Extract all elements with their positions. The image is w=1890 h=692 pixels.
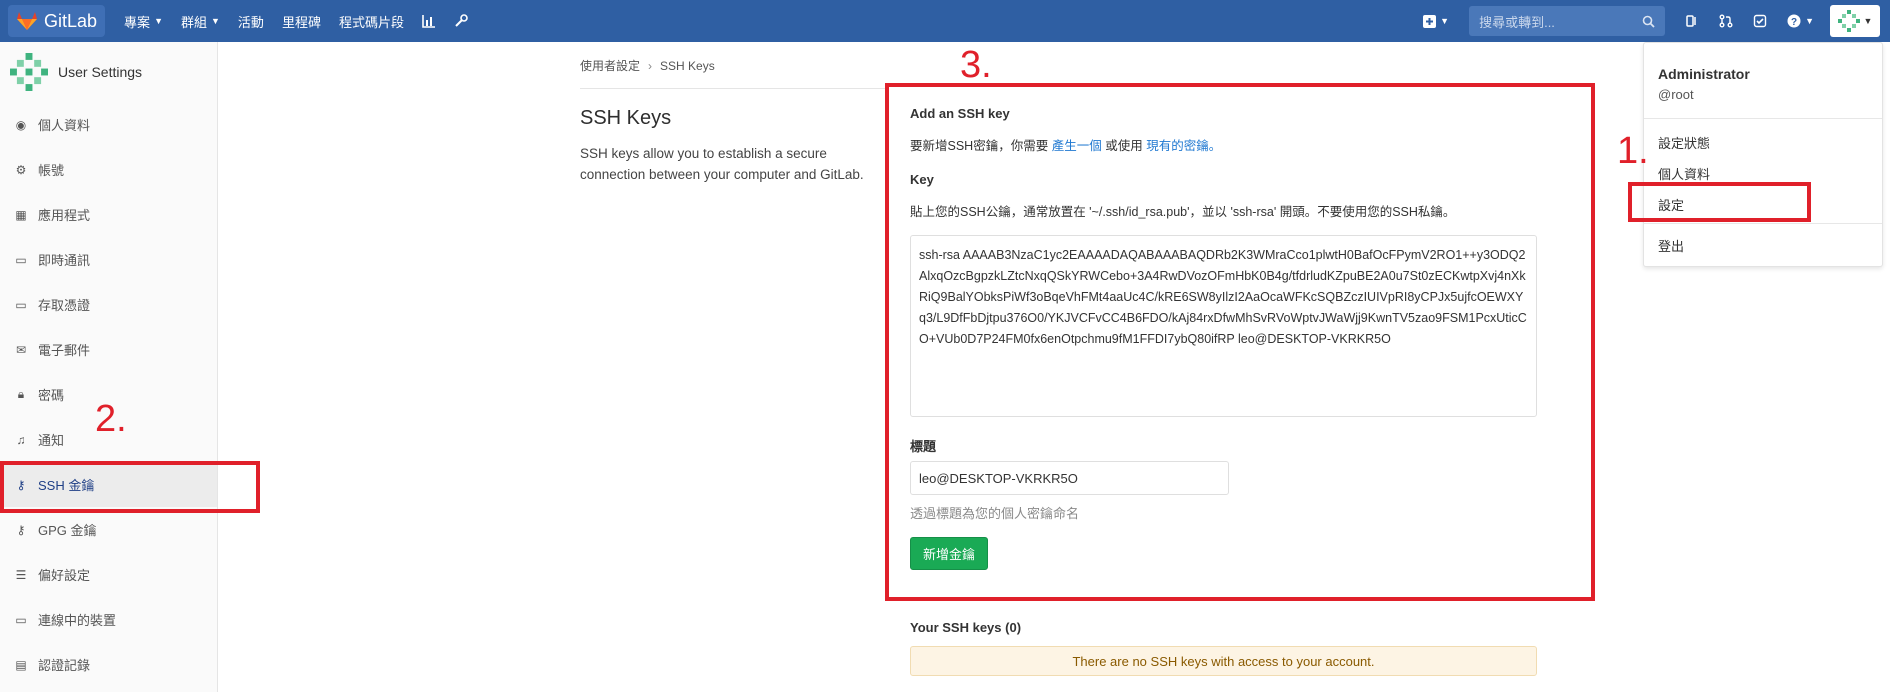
nav-activity-label: 活動 bbox=[237, 14, 264, 30]
search-input[interactable]: 搜尋或轉到... bbox=[1469, 6, 1666, 36]
chevron-down-icon: ▼ bbox=[1805, 16, 1814, 26]
profile-icon: ◉ bbox=[15, 117, 27, 132]
annotation-box-1 bbox=[1628, 182, 1811, 222]
sidebar-item-access-tokens[interactable]: ▭ 存取憑證 bbox=[0, 282, 217, 327]
log-icon: ▤ bbox=[15, 657, 27, 672]
preferences-icon: ☰ bbox=[15, 567, 27, 582]
bell-icon: ♫ bbox=[16, 432, 26, 447]
dropdown-username: @root bbox=[1658, 87, 1694, 102]
sidebar-item-preferences[interactable]: ☰ 偏好設定 bbox=[0, 552, 217, 597]
sidebar-header[interactable]: User Settings bbox=[0, 42, 217, 102]
chevron-down-icon: ▼ bbox=[1863, 16, 1873, 26]
plus-square-icon bbox=[1423, 14, 1437, 28]
settings-sidebar: User Settings ◉ 個人資料 ⚙ 帳號 ▦ 應用程式 ▭ 即時通訊 ▭ 存取憑… bbox=[0, 42, 218, 692]
divider bbox=[580, 88, 885, 89]
wrench-icon[interactable] bbox=[454, 14, 468, 28]
no-keys-message: There are no SSH keys with access to you… bbox=[910, 646, 1537, 676]
token-icon: ▭ bbox=[15, 297, 27, 312]
dropdown-user-name: Administrator bbox=[1658, 66, 1750, 82]
annotation-box-2 bbox=[0, 461, 260, 513]
gitlab-logo-icon bbox=[17, 12, 37, 30]
breadcrumb-parent-link[interactable]: 使用者設定 bbox=[580, 57, 640, 74]
dropdown-set-status[interactable]: 設定狀態 bbox=[1658, 133, 1710, 152]
your-ssh-keys-heading: Your SSH keys (0) bbox=[910, 620, 1022, 635]
divider bbox=[1644, 118, 1882, 119]
breadcrumb-current[interactable]: SSH Keys bbox=[660, 59, 715, 73]
sidebar-title: User Settings bbox=[58, 64, 143, 80]
sidebar-item-label: 電子郵件 bbox=[38, 343, 91, 358]
dropdown-profile[interactable]: 個人資料 bbox=[1658, 164, 1710, 183]
sidebar-item-label: 認證記錄 bbox=[38, 658, 91, 673]
merge-request-icon[interactable] bbox=[1719, 14, 1733, 28]
nav-groups[interactable]: 群組 ▼ bbox=[181, 12, 220, 31]
nav-activity[interactable]: 活動 bbox=[238, 12, 264, 31]
avatar bbox=[1837, 10, 1860, 32]
sidebar-item-account[interactable]: ⚙ 帳號 bbox=[0, 147, 217, 192]
sidebar-item-label: 存取憑證 bbox=[38, 298, 91, 313]
chevron-down-icon: ▼ bbox=[154, 16, 163, 26]
chart-icon[interactable] bbox=[422, 14, 436, 28]
issues-icon[interactable] bbox=[1685, 14, 1699, 28]
key-icon: ⚷ bbox=[16, 522, 26, 537]
brand-name: GitLab bbox=[44, 10, 98, 31]
sidebar-item-profile[interactable]: ◉ 個人資料 bbox=[0, 102, 217, 147]
sidebar-item-chat[interactable]: ▭ 即時通訊 bbox=[0, 237, 217, 282]
nav-groups-label: 群組 bbox=[180, 14, 207, 30]
breadcrumb: 使用者設定 › SSH Keys bbox=[580, 57, 715, 74]
todo-icon[interactable] bbox=[1753, 14, 1767, 28]
nav-milestones[interactable]: 里程碑 bbox=[282, 12, 321, 31]
annotation-label-3: 3. bbox=[960, 44, 992, 86]
user-menu-button[interactable]: ▼ bbox=[1830, 5, 1880, 37]
sidebar-item-label: 帳號 bbox=[38, 163, 65, 178]
dropdown-sign-out[interactable]: 登出 bbox=[1658, 236, 1684, 255]
sidebar-item-active-sessions[interactable]: ▭ 連線中的裝置 bbox=[0, 597, 217, 642]
new-item-dropdown[interactable]: ▼ bbox=[1423, 14, 1450, 28]
annotation-box-3 bbox=[885, 83, 1595, 601]
applications-icon: ▦ bbox=[15, 207, 27, 222]
annotation-label-1: 1. bbox=[1617, 130, 1649, 172]
monitor-icon: ▭ bbox=[15, 612, 27, 627]
sidebar-item-label: 應用程式 bbox=[38, 208, 91, 223]
search-placeholder: 搜尋或轉到... bbox=[1479, 14, 1555, 30]
sidebar-item-label: 即時通訊 bbox=[38, 253, 91, 268]
gitlab-home-link[interactable]: GitLab bbox=[8, 5, 106, 37]
email-icon: ✉ bbox=[15, 342, 27, 357]
chevron-down-icon: ▼ bbox=[1440, 16, 1450, 26]
help-dropdown[interactable]: ? ▼ bbox=[1787, 14, 1814, 28]
sidebar-item-label: 連線中的裝置 bbox=[38, 613, 117, 628]
sidebar-item-emails[interactable]: ✉ 電子郵件 bbox=[0, 327, 217, 372]
page-description: SSH keys allow you to establish a secure… bbox=[580, 146, 864, 182]
sidebar-item-label: 通知 bbox=[38, 433, 65, 448]
sidebar-item-label: GPG 金鑰 bbox=[38, 523, 97, 538]
sidebar-item-label: 密碼 bbox=[38, 388, 65, 403]
chevron-down-icon: ▼ bbox=[211, 16, 220, 26]
chevron-right-icon: › bbox=[648, 58, 653, 73]
lock-icon: 🔒︎ bbox=[17, 387, 25, 401]
question-icon: ? bbox=[1787, 14, 1801, 28]
user-dropdown-menu: Administrator @root 設定狀態 個人資料 設定 登出 bbox=[1643, 42, 1883, 267]
sidebar-item-applications[interactable]: ▦ 應用程式 bbox=[0, 192, 217, 237]
nav-snippets-label: 程式碼片段 bbox=[338, 14, 404, 30]
top-navbar: GitLab 專案▼ 群組▼ 活動 里程碑 程式碼片段 ▼ 搜尋或轉到... bbox=[0, 0, 1890, 42]
page-title: SSH Keys bbox=[580, 107, 672, 129]
avatar bbox=[10, 53, 48, 91]
annotation-label-2: 2. bbox=[95, 398, 127, 440]
search-icon bbox=[1642, 15, 1655, 28]
svg-text:?: ? bbox=[1791, 17, 1797, 28]
account-icon: ⚙ bbox=[15, 162, 27, 177]
divider bbox=[1644, 223, 1882, 224]
nav-snippets[interactable]: 程式碼片段 bbox=[339, 12, 404, 31]
sidebar-item-label: 個人資料 bbox=[38, 118, 91, 133]
nav-projects-label: 專案 bbox=[124, 14, 151, 30]
chat-icon: ▭ bbox=[15, 252, 27, 267]
nav-milestones-label: 里程碑 bbox=[281, 14, 321, 30]
sidebar-item-label: 偏好設定 bbox=[38, 568, 91, 583]
nav-projects[interactable]: 專案 ▼ bbox=[124, 12, 163, 31]
sidebar-item-gpg-keys[interactable]: ⚷ GPG 金鑰 bbox=[0, 507, 217, 552]
sidebar-item-authentication-log[interactable]: ▤ 認證記錄 bbox=[0, 642, 217, 687]
